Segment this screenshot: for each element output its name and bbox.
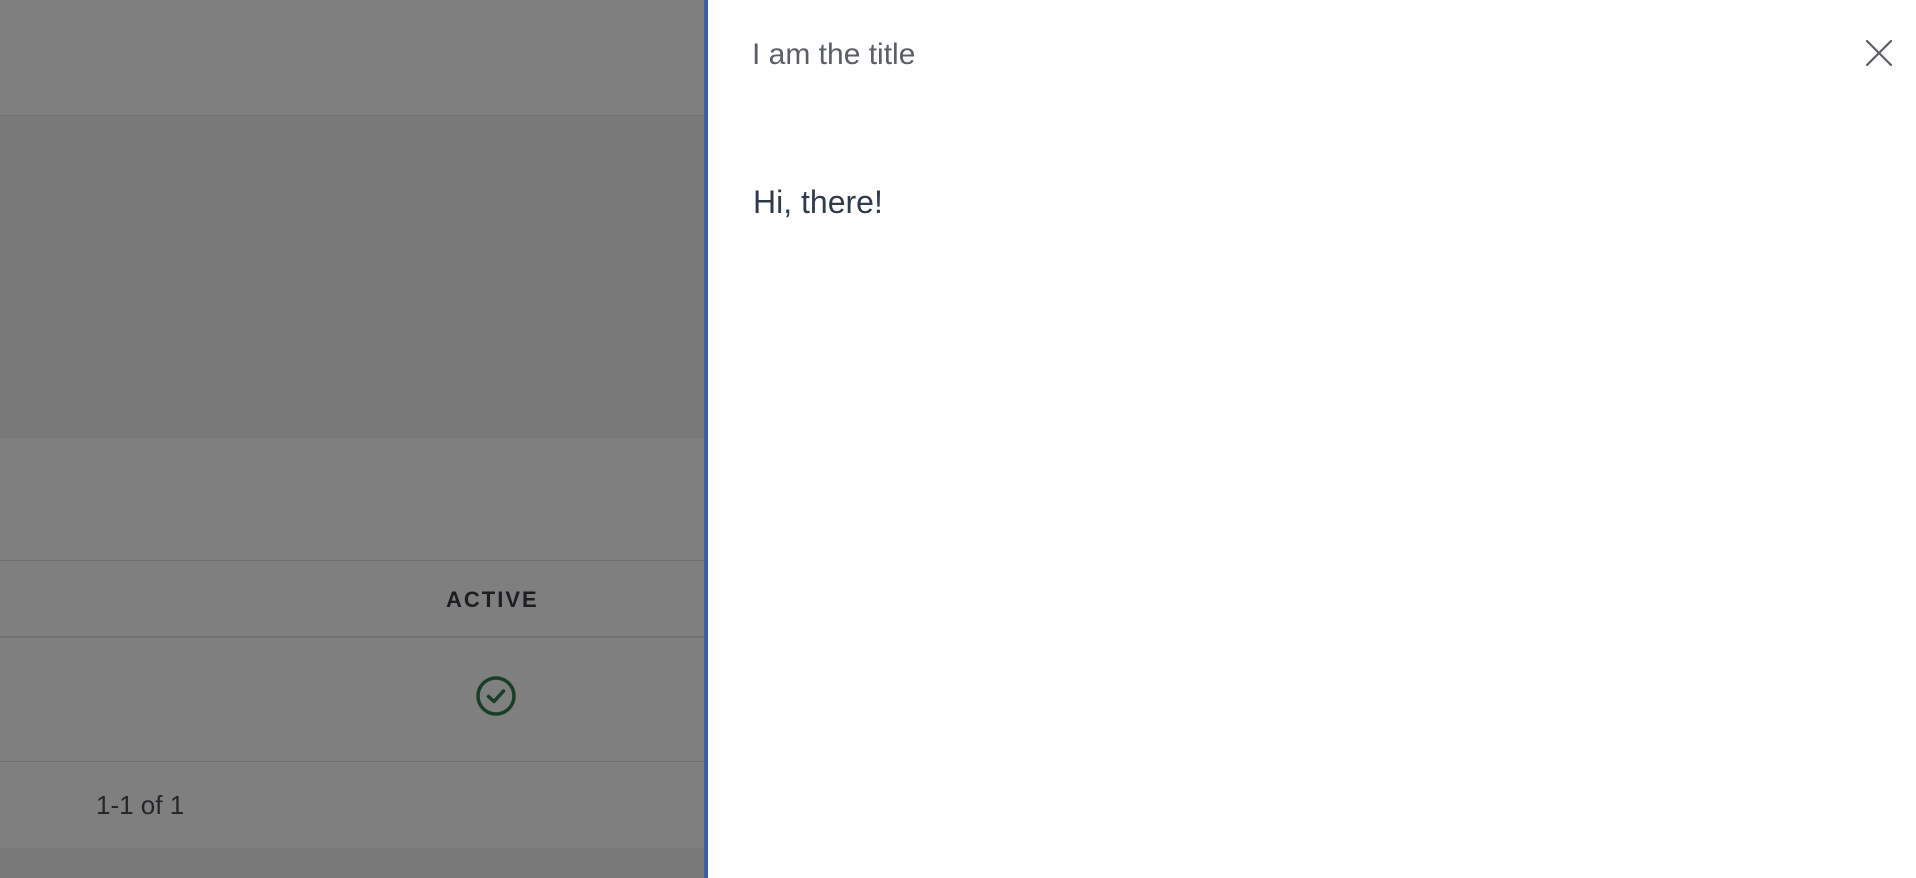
side-drawer: I am the title Hi, there! (704, 0, 1916, 878)
close-icon (1865, 39, 1893, 67)
drawer-title: I am the title (752, 38, 916, 71)
drawer-body-text: Hi, there! (753, 184, 883, 220)
page: ACTIVE 1-1 of 1 I am the title Hi, there… (0, 0, 1916, 878)
close-button[interactable] (1862, 36, 1896, 70)
